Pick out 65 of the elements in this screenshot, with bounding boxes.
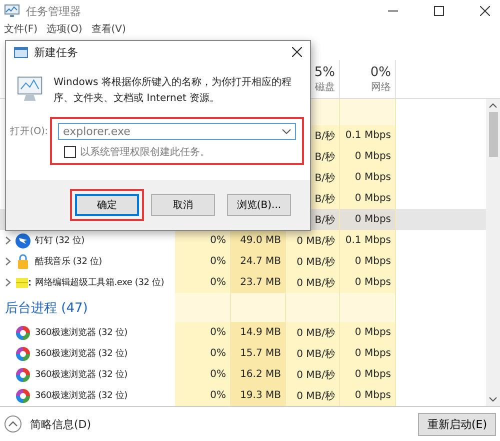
process-row[interactable]: 360极速浏览器 (32 位) 0% 16.2 MB 0 MB/秒 0 Mbps [0, 364, 486, 385]
process-name: 360极速浏览器 (32 位) [35, 368, 128, 381]
dialog-button[interactable]: 确定 [75, 194, 139, 216]
cpu-cell: 0% [175, 322, 231, 343]
network-cell: 0.1 Mbps [340, 125, 396, 146]
memory-cell: 15.7 MB [231, 343, 286, 364]
dialog-button[interactable]: 取消 [151, 194, 215, 216]
cpu-cell: 0% [175, 343, 231, 364]
process-row[interactable]: 网络编辑超级工具箱.exe (32 位) 0% 23.7 MB 0 MB/秒 0 Mbps [0, 272, 486, 293]
group-title: 后台进程 (47) [5, 300, 88, 316]
process-name: 酷我音乐 (32 位) [35, 256, 102, 268]
process-row[interactable]: 360极速浏览器 (32 位) 0% 19.3 MB 0 MB/秒 0 Mbps [0, 385, 486, 406]
cpu-cell: 0% [175, 385, 231, 406]
network-cell: 0 Mbps [340, 343, 396, 364]
process-row[interactable]: 360极速浏览器 (32 位) 0% 15.7 MB 0 MB/秒 0 Mbps [0, 343, 486, 364]
disk-cell: 0 MB/秒 [286, 251, 340, 272]
column-percent[interactable]: 5% [314, 64, 335, 80]
network-cell: 0 Mbps [340, 364, 396, 385]
dialog-title: 新建任务 [34, 44, 78, 60]
dialog-message: Windows 将根据你所键入的名称，为你打开相应的程序、文件夹、文档或 Internet 资源。 [54, 76, 292, 106]
network-cell: 0 Mbps [340, 322, 396, 343]
process-name: 钉钉 (32 位) [35, 234, 84, 247]
network-cell: 0 Mbps [340, 209, 396, 230]
network-cell: 0 Mbps [340, 146, 396, 167]
disk-cell: 0 MB/秒 [286, 385, 340, 406]
network-cell: 0 Mbps [340, 188, 396, 209]
disk-cell: 0 MB/秒 [286, 364, 340, 385]
process-name: 360极速浏览器 (32 位) [35, 326, 128, 339]
checkbox-label: 以系统管理权限创建此任务。 [80, 146, 210, 159]
network-cell: 0 Mbps [340, 272, 396, 293]
process-row[interactable]: 酷我音乐 (32 位) 0% 24.7 MB 0 MB/秒 0 Mbps [0, 251, 486, 272]
network-cell: 0 Mbps [340, 167, 396, 188]
disk-cell: 0 MB/秒 [286, 322, 340, 343]
cpu-cell: 0% [175, 272, 231, 293]
process-row[interactable]: 360极速浏览器 (32 位) 0% 14.9 MB 0 MB/秒 0 Mbps [0, 322, 486, 343]
open-label: 打开(O): [10, 125, 48, 138]
menu-item[interactable]: 查看(V) [91, 22, 126, 36]
memory-cell: 19.3 MB [231, 385, 286, 406]
command-combo-box[interactable]: explorer.exe [58, 123, 296, 140]
menu-item[interactable]: 选项(O) [46, 22, 82, 36]
column-header[interactable]: 网络 [371, 80, 391, 94]
disk-cell: 0 MB/秒 [286, 272, 340, 293]
cpu-cell: 0% [175, 230, 231, 251]
window-title: 任务管理器 [26, 4, 81, 18]
process-name: 360极速浏览器 (32 位) [35, 348, 128, 360]
column-percent[interactable]: 0% [370, 64, 391, 80]
menu-item[interactable]: 文件(F) [4, 22, 38, 36]
memory-cell: 49.0 MB [231, 230, 286, 251]
cpu-cell: 0% [175, 251, 231, 272]
restart-button[interactable]: 重新启动(E) [418, 412, 496, 436]
disk-cell: 0 MB/秒 [286, 230, 340, 251]
memory-cell: 24.7 MB [231, 251, 286, 272]
details-link[interactable]: 简略信息(D) [30, 416, 92, 432]
process-name: 网络编辑超级工具箱.exe (32 位) [35, 276, 164, 289]
network-cell: 0 Mbps [340, 385, 396, 406]
network-cell: 0.1 Mbps [340, 230, 396, 251]
column-header[interactable]: 磁盘 [315, 80, 335, 94]
disk-cell: 0 MB/秒 [286, 343, 340, 364]
memory-cell: 23.7 MB [231, 272, 286, 293]
process-name: 360极速浏览器 (32 位) [35, 390, 128, 402]
cpu-cell: 0% [175, 364, 231, 385]
memory-cell: 16.2 MB [231, 364, 286, 385]
dialog-button[interactable]: 浏览(B)... [227, 194, 291, 216]
network-cell: 0 Mbps [340, 251, 396, 272]
memory-cell: 14.9 MB [231, 322, 286, 343]
